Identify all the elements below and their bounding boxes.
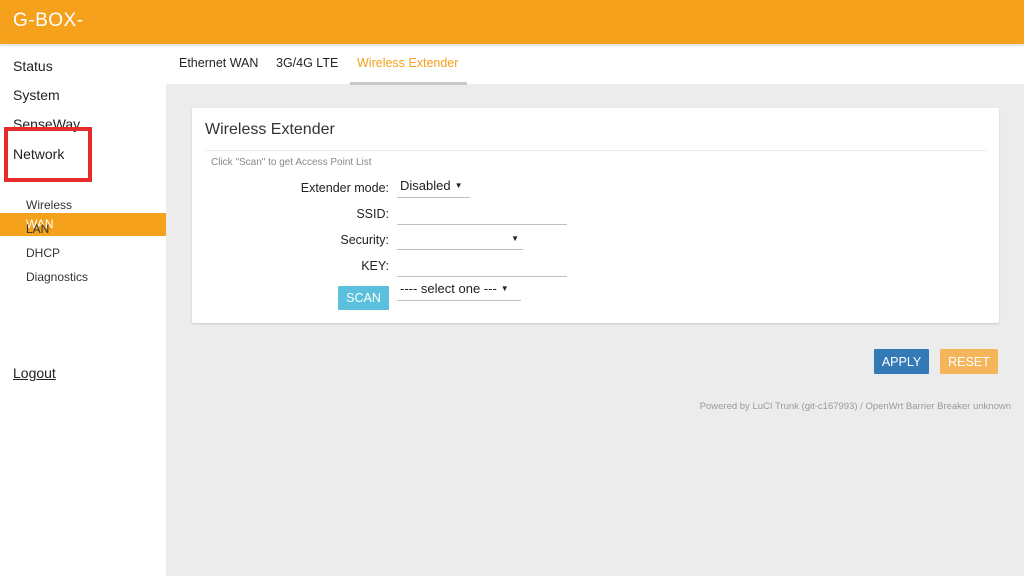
top-bar: G-BOX- <box>0 0 1024 44</box>
access-point-value: ---- select one --- <box>400 281 497 296</box>
sidebar-subitem-lan[interactable]: LAN <box>26 222 49 236</box>
tab-wireless-extender[interactable]: Wireless Extender <box>357 56 458 70</box>
scan-hint: Click "Scan" to get Access Point List <box>211 157 372 168</box>
wireless-extender-card: Wireless Extender Click "Scan" to get Ac… <box>192 108 999 323</box>
ssid-input[interactable] <box>397 203 567 225</box>
tab-ethernet-wan[interactable]: Ethernet WAN <box>179 56 258 70</box>
key-label: KEY: <box>361 259 389 273</box>
tab-3g-4g-lte[interactable]: 3G/4G LTE <box>276 56 338 70</box>
security-select[interactable]: ▼ <box>397 228 523 250</box>
sidebar-item-system[interactable]: System <box>13 87 60 103</box>
sidebar: Status System SenseWay Network WAN Wirel… <box>0 44 166 576</box>
sidebar-item-status[interactable]: Status <box>13 58 53 74</box>
apply-button[interactable]: APPLY <box>874 349 929 374</box>
card-divider <box>205 150 986 151</box>
sidebar-active-indicator <box>0 213 166 236</box>
extender-mode-select[interactable]: Disabled ▼ <box>397 176 470 198</box>
access-point-select[interactable]: ---- select one --- ▼ <box>397 279 521 301</box>
reset-button[interactable]: RESET <box>940 349 998 374</box>
ssid-label: SSID: <box>356 207 389 221</box>
main-content: Ethernet WAN 3G/4G LTE Wireless Extender… <box>166 44 1024 576</box>
sidebar-subitem-diagnostics[interactable]: Diagnostics <box>26 270 88 284</box>
chevron-down-icon: ▼ <box>511 234 519 243</box>
logout-link[interactable]: Logout <box>13 365 56 381</box>
sidebar-subitem-wireless[interactable]: Wireless <box>26 198 72 212</box>
extender-mode-value: Disabled <box>400 178 451 193</box>
key-input[interactable] <box>397 255 567 277</box>
sidebar-subitem-dhcp[interactable]: DHCP <box>26 246 60 260</box>
tab-bar: Ethernet WAN 3G/4G LTE Wireless Extender <box>166 44 1024 85</box>
footer-credits: Powered by LuCI Trunk (git-c167993) / Op… <box>699 401 1011 412</box>
chevron-down-icon: ▼ <box>454 181 463 190</box>
brand-logo: G-BOX- <box>13 10 84 31</box>
annotation-highlight-box <box>4 127 92 182</box>
security-label: Security: <box>340 233 389 247</box>
active-tab-underline <box>350 82 467 85</box>
chevron-down-icon: ▼ <box>500 284 509 293</box>
extender-mode-label: Extender mode: <box>300 181 389 195</box>
card-title: Wireless Extender <box>205 121 335 138</box>
scan-button[interactable]: SCAN <box>338 286 389 310</box>
